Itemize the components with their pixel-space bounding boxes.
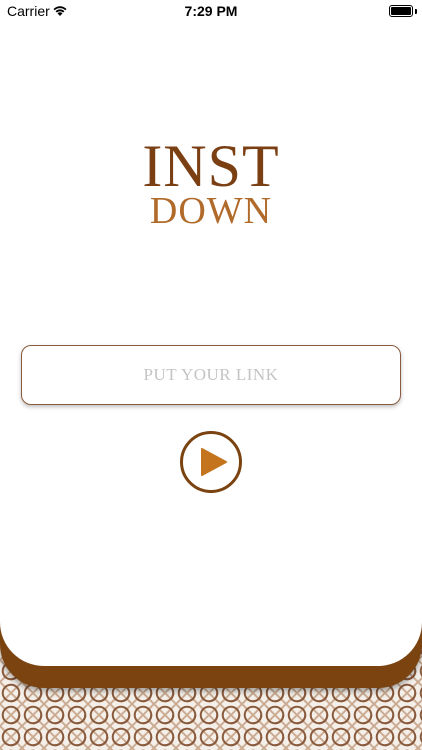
play-button[interactable]: [180, 431, 242, 493]
logo-line-inst: INST: [142, 133, 280, 199]
main-card: [0, 0, 422, 666]
link-input[interactable]: [21, 345, 401, 405]
battery-icon: [389, 5, 413, 17]
status-bar: Carrier 7:29 PM: [0, 0, 422, 22]
clock: 7:29 PM: [184, 3, 238, 19]
app-logo: INST DOWN: [0, 133, 422, 232]
battery-cap: [415, 9, 417, 14]
play-icon: [201, 448, 227, 476]
logo-line-down: DOWN: [149, 190, 273, 232]
